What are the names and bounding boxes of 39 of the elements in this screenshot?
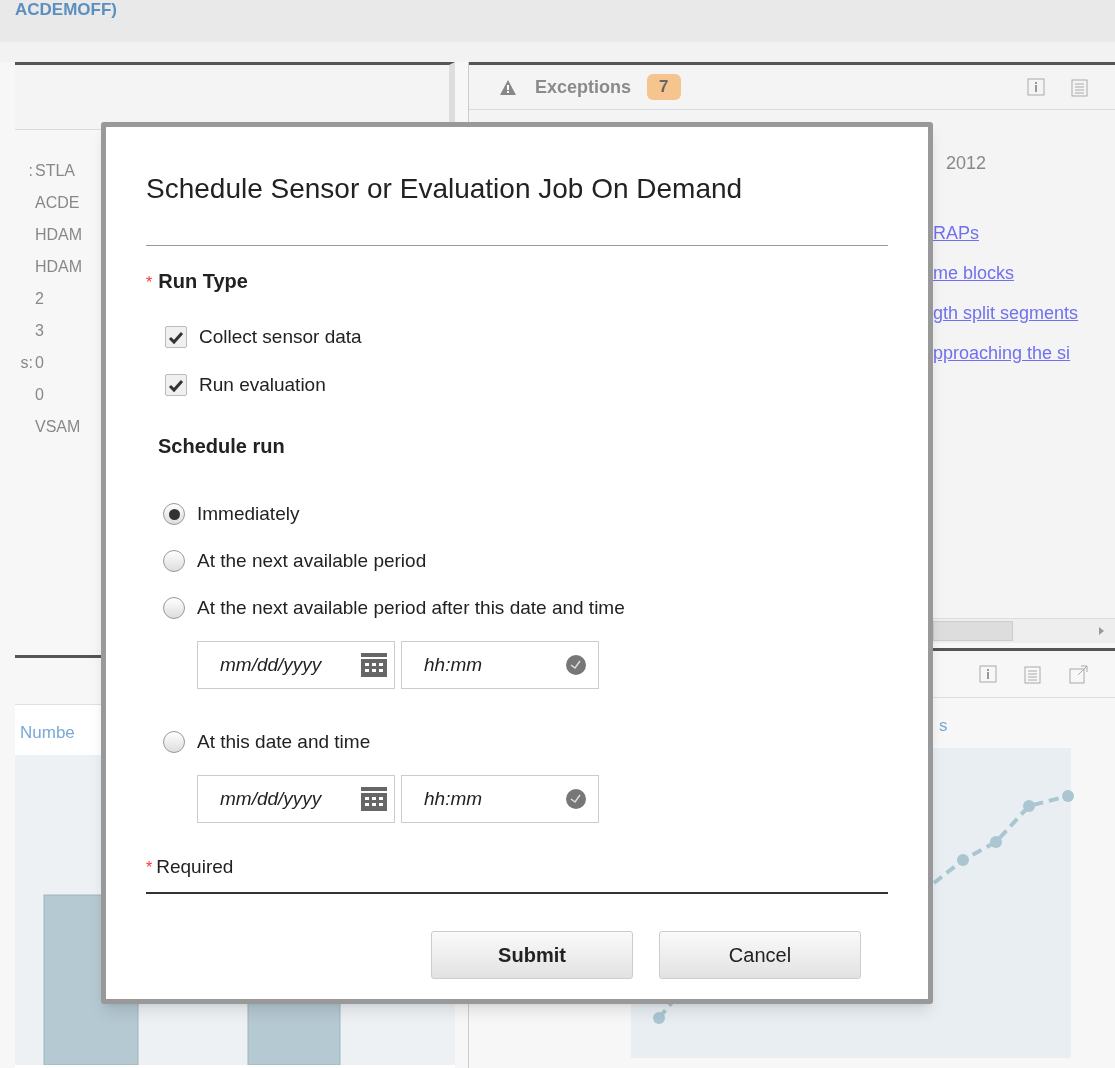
section-label: Run Type: [158, 269, 248, 294]
radio-label: At the next available period after this date and time: [197, 595, 625, 620]
time-field[interactable]: hh:mm: [401, 775, 599, 823]
field-value: 2: [35, 288, 44, 309]
panel-title: Exceptions: [535, 75, 632, 99]
dialog-title: Schedule Sensor or Evaluation Job On Demand: [146, 172, 744, 206]
page-title: ACDEMOFF): [15, 0, 117, 20]
field-value: VSAM: [35, 416, 81, 437]
field-value: 3: [35, 320, 44, 341]
section-label: Schedule run: [158, 435, 285, 457]
field-value: HDAM: [35, 256, 83, 277]
date-text: 2012: [945, 152, 988, 175]
date-field[interactable]: mm/dd/yyyy: [197, 775, 395, 823]
radio-label: At this date and time: [197, 729, 371, 754]
field-value: 0: [35, 352, 44, 373]
field-value: STLA: [35, 160, 75, 181]
field-value: ACDE: [35, 192, 80, 213]
field-label: s:: [19, 352, 34, 373]
exception-link[interactable]: gth split segments: [933, 300, 1115, 326]
checkbox-label: Run evaluation: [199, 372, 326, 397]
field-value: 0: [35, 384, 44, 405]
exception-link[interactable]: pproaching the si: [933, 340, 1115, 366]
cancel-button[interactable]: Cancel: [659, 930, 861, 979]
submit-button[interactable]: Submit: [431, 930, 633, 979]
exception-link[interactable]: me blocks: [933, 260, 1115, 286]
count-badge: 7: [647, 74, 681, 100]
required-mark: *: [146, 858, 153, 878]
checkbox-label: Collect sensor data: [199, 324, 362, 349]
required-mark: *: [146, 273, 153, 293]
radio-label: At the next available period: [197, 548, 427, 573]
chart-title: s: [939, 716, 948, 735]
radio-label: Immediately: [197, 501, 300, 526]
date-field[interactable]: mm/dd/yyyy: [197, 641, 395, 689]
required-note: Required: [156, 855, 234, 879]
time-field[interactable]: hh:mm: [401, 641, 599, 689]
chart-title: Numbe: [20, 723, 75, 742]
exception-link[interactable]: RAPs: [933, 220, 1115, 246]
field-label: :: [27, 160, 34, 181]
field-value: HDAM: [35, 224, 83, 245]
